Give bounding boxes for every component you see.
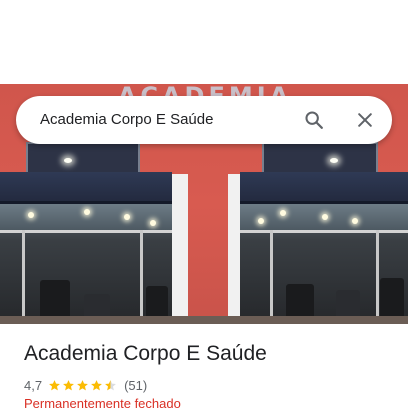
star-rating bbox=[48, 379, 118, 392]
storefront-left bbox=[0, 204, 172, 324]
clear-search-button[interactable] bbox=[349, 104, 381, 136]
place-title: Academia Corpo E Saúde bbox=[24, 342, 267, 365]
sidewalk bbox=[0, 316, 408, 324]
rating-value: 4,7 bbox=[24, 377, 43, 393]
awning-right bbox=[240, 172, 408, 204]
rating-row[interactable]: 4,7 (51) bbox=[24, 376, 147, 394]
awning-left bbox=[0, 172, 172, 204]
star-icon bbox=[91, 379, 102, 390]
upper-window-right bbox=[262, 142, 378, 174]
star-icon bbox=[105, 379, 116, 390]
status-badge: Permanentemente fechado bbox=[24, 396, 181, 408]
search-icon bbox=[305, 111, 323, 129]
star-icon bbox=[77, 379, 88, 390]
place-panel: ACADEMIA bbox=[0, 0, 408, 408]
star-icon bbox=[49, 379, 60, 390]
search-bar[interactable]: Academia Corpo E Saúde bbox=[16, 96, 392, 144]
upper-window-left bbox=[26, 142, 140, 174]
search-button[interactable] bbox=[298, 104, 330, 136]
review-count[interactable]: (51) bbox=[124, 378, 147, 393]
storefront-right bbox=[240, 204, 408, 324]
star-icon bbox=[63, 379, 74, 390]
search-input[interactable]: Academia Corpo E Saúde bbox=[40, 96, 213, 144]
close-icon bbox=[358, 113, 372, 127]
